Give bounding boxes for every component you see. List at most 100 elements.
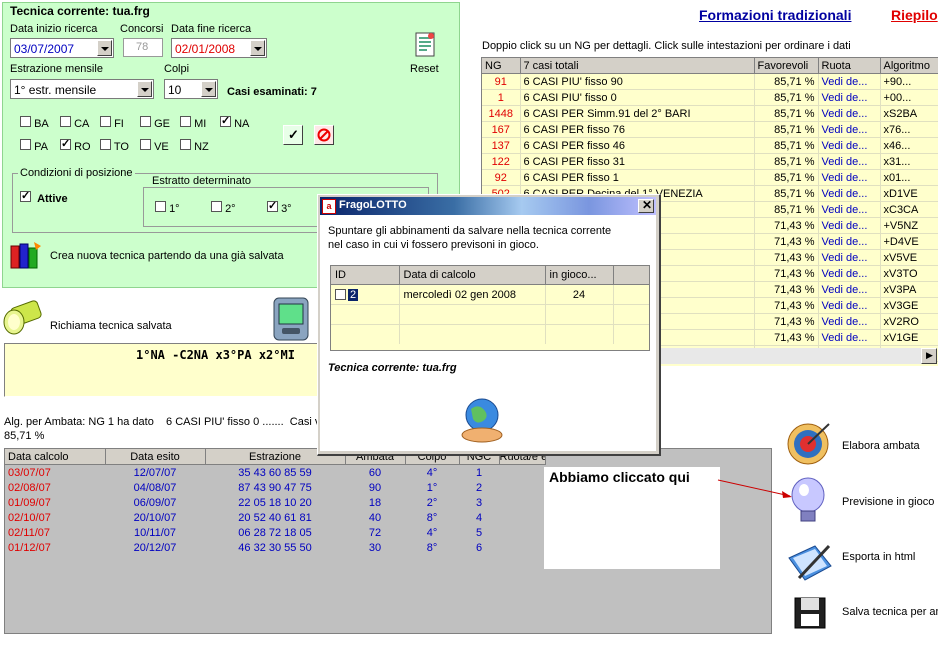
reset-button[interactable]: Reset <box>409 30 443 76</box>
ng-table-row[interactable]: 137 6 CASI PER fisso 46 85,71 % Vedi de... x… <box>482 137 938 154</box>
ruota-pa[interactable]: PA <box>20 139 48 153</box>
ruota-ca[interactable]: CA <box>60 116 89 130</box>
col-ng[interactable]: NG <box>482 58 521 74</box>
select-all-button[interactable]: ✓ <box>283 125 303 145</box>
ruota-checkbox[interactable] <box>140 139 151 150</box>
estratto-checkbox[interactable] <box>155 201 166 212</box>
dlg-col-data[interactable]: Data di calcolo <box>399 266 546 285</box>
ng-table-row[interactable]: 91 6 CASI PIU' fisso 90 85,71 % Vedi de... +… <box>482 73 938 90</box>
ruota-cell[interactable]: Vedi de... <box>818 137 881 154</box>
col-algoritmo[interactable]: Algoritmo <box>880 58 938 74</box>
ruota-cell[interactable]: Vedi de... <box>818 329 881 346</box>
ruota-cell[interactable]: Vedi de... <box>818 249 881 266</box>
book-pencil-icon <box>788 544 832 581</box>
ruota-checkbox[interactable] <box>100 116 111 127</box>
ruota-checkbox[interactable] <box>140 116 151 127</box>
attive-toggle[interactable]: Attive <box>20 189 68 205</box>
ruota-cell[interactable]: Vedi de... <box>818 233 881 250</box>
dialog-grid[interactable]: ID Data di calcolo in gioco... 2 mercole… <box>330 265 650 351</box>
data-inizio-combo[interactable]: 03/07/2007 <box>10 38 114 58</box>
ng-table-row[interactable]: 122 6 CASI PER fisso 31 85,71 % Vedi de... x… <box>482 153 938 170</box>
results-row[interactable]: 03/07/07 12/07/07 35 43 60 85 59 60 4° 1 <box>5 465 545 481</box>
results-row[interactable]: 01/09/07 06/09/07 22 05 18 10 20 18 2° 3 <box>5 495 545 510</box>
results-row[interactable]: 02/08/07 04/08/07 87 43 90 47 75 90 1° 2 <box>5 480 545 495</box>
ruota-to[interactable]: TO <box>100 139 129 153</box>
data-fine-combo[interactable]: 02/01/2008 <box>171 38 267 58</box>
row-checkbox[interactable] <box>335 289 346 301</box>
col-data-esito[interactable]: Data esito <box>105 449 206 465</box>
dlg-col-id[interactable]: ID <box>331 266 400 285</box>
estratto-2[interactable]: 2° <box>211 201 236 215</box>
previsione-button[interactable]: Previsione in gioco <box>785 475 938 529</box>
riepilogo-link[interactable]: Riepilo <box>891 7 938 23</box>
ng-table-row[interactable]: 92 6 CASI PER fisso 1 85,71 % Vedi de... x01… <box>482 169 938 186</box>
ruota-ge[interactable]: GE <box>140 116 170 130</box>
estratto-checkbox[interactable] <box>267 199 278 212</box>
ruota-na[interactable]: NA <box>220 114 249 130</box>
ruota-fi[interactable]: FI <box>100 116 124 130</box>
results-row[interactable]: 02/10/07 20/10/07 20 52 40 61 81 40 8° 4 <box>5 510 545 525</box>
data-esito-cell: 06/09/07 <box>133 496 177 509</box>
ruota-cell[interactable]: Vedi de... <box>818 265 881 282</box>
ng-table-row[interactable]: 167 6 CASI PER fisso 76 85,71 % Vedi de... x… <box>482 121 938 138</box>
ruota-cell[interactable]: Vedi de... <box>818 169 881 186</box>
close-button[interactable]: ✕ <box>638 198 654 213</box>
ruota-checkbox[interactable] <box>60 116 71 127</box>
results-row[interactable]: 01/12/07 20/12/07 46 32 30 55 50 30 8° 6 <box>5 540 545 555</box>
chevron-down-icon[interactable] <box>97 40 112 56</box>
richiama-button[interactable]: Richiama tecnica salvata <box>50 320 172 332</box>
ng-table-row[interactable]: 16 CASI PIU' fisso 0 85,71 % Vedi de... +00… <box>482 89 938 106</box>
formazioni-link[interactable]: Formazioni tradizionali <box>699 7 851 23</box>
results-row[interactable]: 02/11/07 10/11/07 06 28 72 18 05 72 4° 5 <box>5 525 545 540</box>
ng-table-row[interactable]: 1448 6 CASI PER Simm.91 del 2° BARI 85,71 … <box>482 105 938 122</box>
ruota-checkbox[interactable] <box>220 114 231 127</box>
dialog-row[interactable]: 2 mercoledì 02 gen 2008 24 <box>331 284 649 305</box>
ruota-checkbox[interactable] <box>180 139 191 150</box>
chevron-down-icon[interactable] <box>201 81 216 97</box>
ruota-checkbox[interactable] <box>180 116 191 127</box>
ruota-checkbox[interactable] <box>20 139 31 150</box>
colpi-combo[interactable]: 10 <box>164 79 218 99</box>
ruota-cell[interactable]: Vedi de... <box>818 217 881 234</box>
chevron-down-icon[interactable] <box>250 40 265 56</box>
col-data-calcolo[interactable]: Data calcolo <box>5 449 106 465</box>
estrazione-combo[interactable]: 1° estr. mensile <box>10 79 154 99</box>
estratto-3[interactable]: 3° <box>267 199 292 215</box>
ruota-checkbox[interactable] <box>60 137 71 150</box>
ruota-cell[interactable]: Vedi de... <box>818 105 881 122</box>
ruota-ba[interactable]: BA <box>20 116 49 130</box>
scroll-right-button[interactable]: ▶ <box>921 348 937 364</box>
ruota-cell[interactable]: Vedi de... <box>818 313 881 330</box>
ruota-mi[interactable]: MI <box>180 116 206 130</box>
ruota-checkbox[interactable] <box>100 139 111 150</box>
ruota-cell[interactable]: Vedi de... <box>818 89 881 106</box>
estratto-checkbox[interactable] <box>211 201 222 212</box>
ruota-ve[interactable]: VE <box>140 139 169 153</box>
results-table[interactable]: Data calcolo Data esito Estrazione Ambat… <box>5 449 546 555</box>
globe-hand-icon[interactable] <box>455 395 509 445</box>
salva-tecnica-button[interactable]: Salva tecnica per an <box>785 596 938 634</box>
col-favorevoli[interactable]: Favorevoli <box>754 58 819 74</box>
ruota-cell[interactable]: Vedi de... <box>818 73 881 90</box>
elabora-ambata-button[interactable]: Elabora ambata <box>785 420 938 470</box>
crea-nuova-button[interactable]: Crea nuova tecnica partendo da una già s… <box>10 240 300 270</box>
ruota-cell[interactable]: Vedi de... <box>818 297 881 314</box>
ruota-cell[interactable]: Vedi de... <box>818 153 881 170</box>
ruota-checkbox[interactable] <box>20 116 31 127</box>
col-casi[interactable]: 7 casi totali <box>520 58 755 74</box>
ruota-nz[interactable]: NZ <box>180 139 209 153</box>
col-ruota[interactable]: Ruota <box>818 58 881 74</box>
ruota-cell[interactable]: Vedi de... <box>818 121 881 138</box>
attive-checkbox[interactable] <box>20 189 31 202</box>
dlg-col-ingioco[interactable]: in gioco... <box>545 266 614 285</box>
ruota-cell[interactable]: Vedi de... <box>818 281 881 298</box>
chevron-down-icon[interactable] <box>137 81 152 97</box>
ruota-cell[interactable]: Vedi de... <box>818 185 881 202</box>
deselect-all-button[interactable] <box>314 125 334 145</box>
esporta-html-button[interactable]: Esporta in html <box>785 540 938 590</box>
pda-icon[interactable] <box>270 296 312 342</box>
dialog-titlebar[interactable]: a FragoLOTTO ✕ <box>320 197 656 215</box>
estratto-1[interactable]: 1° <box>155 201 180 215</box>
ruota-ro[interactable]: RO <box>60 137 91 153</box>
ruota-cell[interactable]: Vedi de... <box>818 201 881 218</box>
